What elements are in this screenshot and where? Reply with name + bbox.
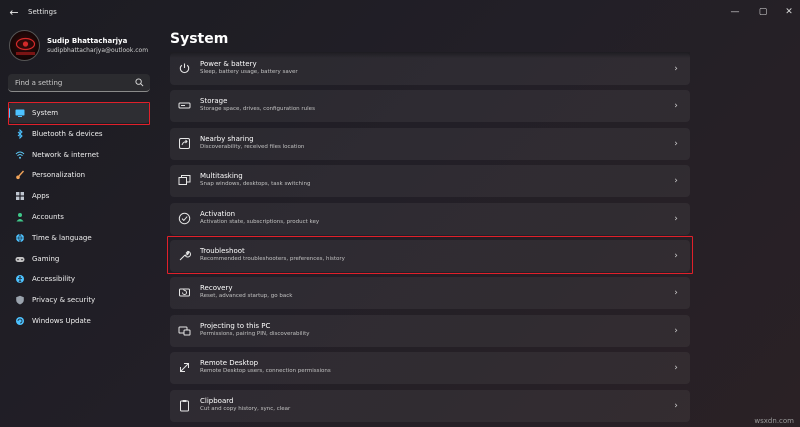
settings-card-recovery[interactable]: Recovery Reset, advanced startup, go back… [170,277,690,310]
settings-card-nearby-sharing[interactable]: Nearby sharing Discoverability, received … [170,127,690,160]
projecting-icon [178,326,191,336]
close-button[interactable]: ✕ [778,4,800,20]
remote-desktop-icon [180,363,189,373]
card-title: Recovery [200,284,233,293]
sidebar-item-gaming[interactable]: Gaming [8,249,150,269]
avatar-image [15,37,36,55]
profile-name: Sudip Bhattacharjya [47,37,128,45]
accessibility-icon [15,274,25,284]
chevron-right-icon: › [674,288,678,299]
sidebar-item-accounts[interactable]: Accounts [8,207,150,227]
card-title: Projecting to this PC [200,321,271,330]
bluetooth-icon [15,128,25,140]
sidebar-item-label: Network & internet [32,150,99,159]
card-subtitle: Reset, advanced startup, go back [200,293,293,300]
sidebar-item-network-and-internet[interactable]: Network & internet [8,145,150,165]
settings-card-storage[interactable]: Storage Storage space, drives, configurat… [170,90,690,123]
card-title: Nearby sharing [200,134,254,143]
sidebar-item-label: Privacy & security [32,296,96,305]
chevron-right-icon: › [674,213,678,224]
search-placeholder: Find a setting [15,79,63,87]
sidebar-item-privacy-and-security[interactable]: Privacy & security [8,290,150,310]
wifi-icon [15,150,25,160]
watermark: wsxdn.com [754,417,794,425]
clipboard-icon [180,399,189,412]
globe-icon [15,233,25,243]
recovery-icon [179,288,190,297]
check-circle-icon [178,212,191,224]
apps-icon [15,191,25,201]
title-bar: ← Settings — ▢ ✕ [0,0,800,28]
settings-card-activation[interactable]: Activation Activation state, subscription… [170,202,690,235]
card-subtitle: Sleep, battery usage, battery saver [200,69,298,75]
card-title: Clipboard [200,396,234,405]
search-icon[interactable] [135,78,144,87]
card-subtitle: Storage space, drives, configuration rul… [200,106,315,113]
page-title: System [170,31,229,47]
sidebar-item-label: Apps [32,192,50,201]
settings-card-projecting-to-this-pc[interactable]: Projecting to this PC Permissions, pairin… [170,314,690,347]
chevron-right-icon: › [674,176,678,187]
chevron-right-icon: › [674,64,678,74]
card-title: Power & battery [200,60,257,68]
sidebar-item-label: Bluetooth & devices [32,129,103,138]
card-subtitle: Activation state, subscriptions, product… [200,218,320,225]
sidebar-item-personalization[interactable]: Personalization [8,165,150,185]
card-subtitle: Permissions, pairing PIN, discoverabilit… [200,330,310,337]
storage-icon [178,102,191,109]
sidebar-item-label: Accounts [32,213,64,221]
sidebar-item-label: Time & language [32,233,92,242]
system-highlight-box [8,102,150,125]
update-icon [15,316,25,326]
card-subtitle: Discoverability, received files location [200,143,305,150]
settings-card-multitasking[interactable]: Multitasking Snap windows, desktops, task… [170,165,690,198]
sidebar-item-time-and-language[interactable]: Time & language [8,228,150,248]
card-title: Storage [200,97,228,106]
sidebar-item-label: Gaming [32,254,60,263]
chevron-right-icon: › [674,325,678,336]
settings-card-remote-desktop[interactable]: Remote Desktop Remote Desktop users, conn… [170,352,690,385]
troubleshoot-highlight-box [167,236,693,274]
chevron-right-icon: › [674,138,678,149]
sidebar-item-accessibility[interactable]: Accessibility [8,269,150,289]
power-icon [179,63,190,74]
person-icon [15,212,25,222]
back-button[interactable]: ← [6,6,22,20]
scroll-fade [170,52,690,58]
card-title: Remote Desktop [200,359,259,368]
card-title: Multitasking [200,172,243,181]
sidebar-item-windows-update[interactable]: Windows Update [8,311,150,331]
brush-icon [15,170,25,180]
minimize-button[interactable]: — [724,4,746,20]
card-subtitle: Remote Desktop users, connection permiss… [200,368,331,375]
sidebar-item-bluetooth-and-devices[interactable]: Bluetooth & devices [8,124,150,144]
search-input[interactable]: Find a setting [8,74,150,92]
sidebar-item-label: Accessibility [32,275,76,284]
share-icon [179,137,190,149]
chevron-right-icon: › [674,400,678,411]
settings-card-clipboard[interactable]: Clipboard Cut and copy history, sync, cle… [170,389,690,422]
window-title: Settings [28,8,57,16]
card-title: Activation [200,209,236,218]
multitasking-icon [178,175,191,186]
card-subtitle: Cut and copy history, sync, clear [200,405,291,412]
card-subtitle: Snap windows, desktops, task switching [200,181,311,188]
chevron-right-icon: › [674,363,678,374]
sidebar-item-label: Personalization [32,171,86,180]
avatar[interactable] [9,30,40,61]
gamepad-icon [15,254,25,264]
maximize-button[interactable]: ▢ [752,4,774,20]
chevron-right-icon: › [674,101,678,112]
shield-icon [15,295,25,305]
sidebar-item-apps[interactable]: Apps [8,186,150,206]
profile-email: sudipbhattacharjya@outlook.com [47,47,149,54]
sidebar-item-label: Windows Update [32,317,91,325]
